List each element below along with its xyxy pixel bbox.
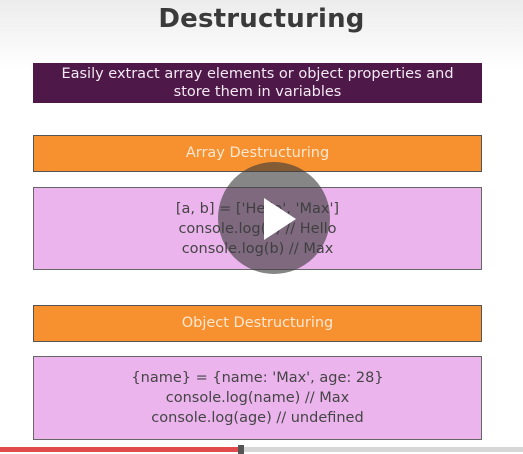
banner-line-2: store them in variables <box>173 84 342 100</box>
play-icon <box>264 198 296 240</box>
object-code-line-3: console.log(age) // undefined <box>151 410 364 426</box>
video-progress-bar[interactable] <box>0 445 523 454</box>
progress-handle[interactable] <box>237 445 244 454</box>
object-destructuring-header: Object Destructuring <box>33 305 482 342</box>
progress-fill <box>0 447 241 452</box>
play-button[interactable] <box>218 162 330 274</box>
banner-line-1: Easily extract array elements or object … <box>61 66 454 82</box>
object-code-line-2: console.log(name) // Max <box>165 390 350 406</box>
object-code-line-1: {name} = {name: 'Max', age: 28} <box>131 370 384 386</box>
object-code-box: {name} = {name: 'Max', age: 28} console.… <box>33 356 482 440</box>
slide-title: Destructuring <box>158 4 365 34</box>
description-banner: Easily extract array elements or object … <box>33 63 482 103</box>
